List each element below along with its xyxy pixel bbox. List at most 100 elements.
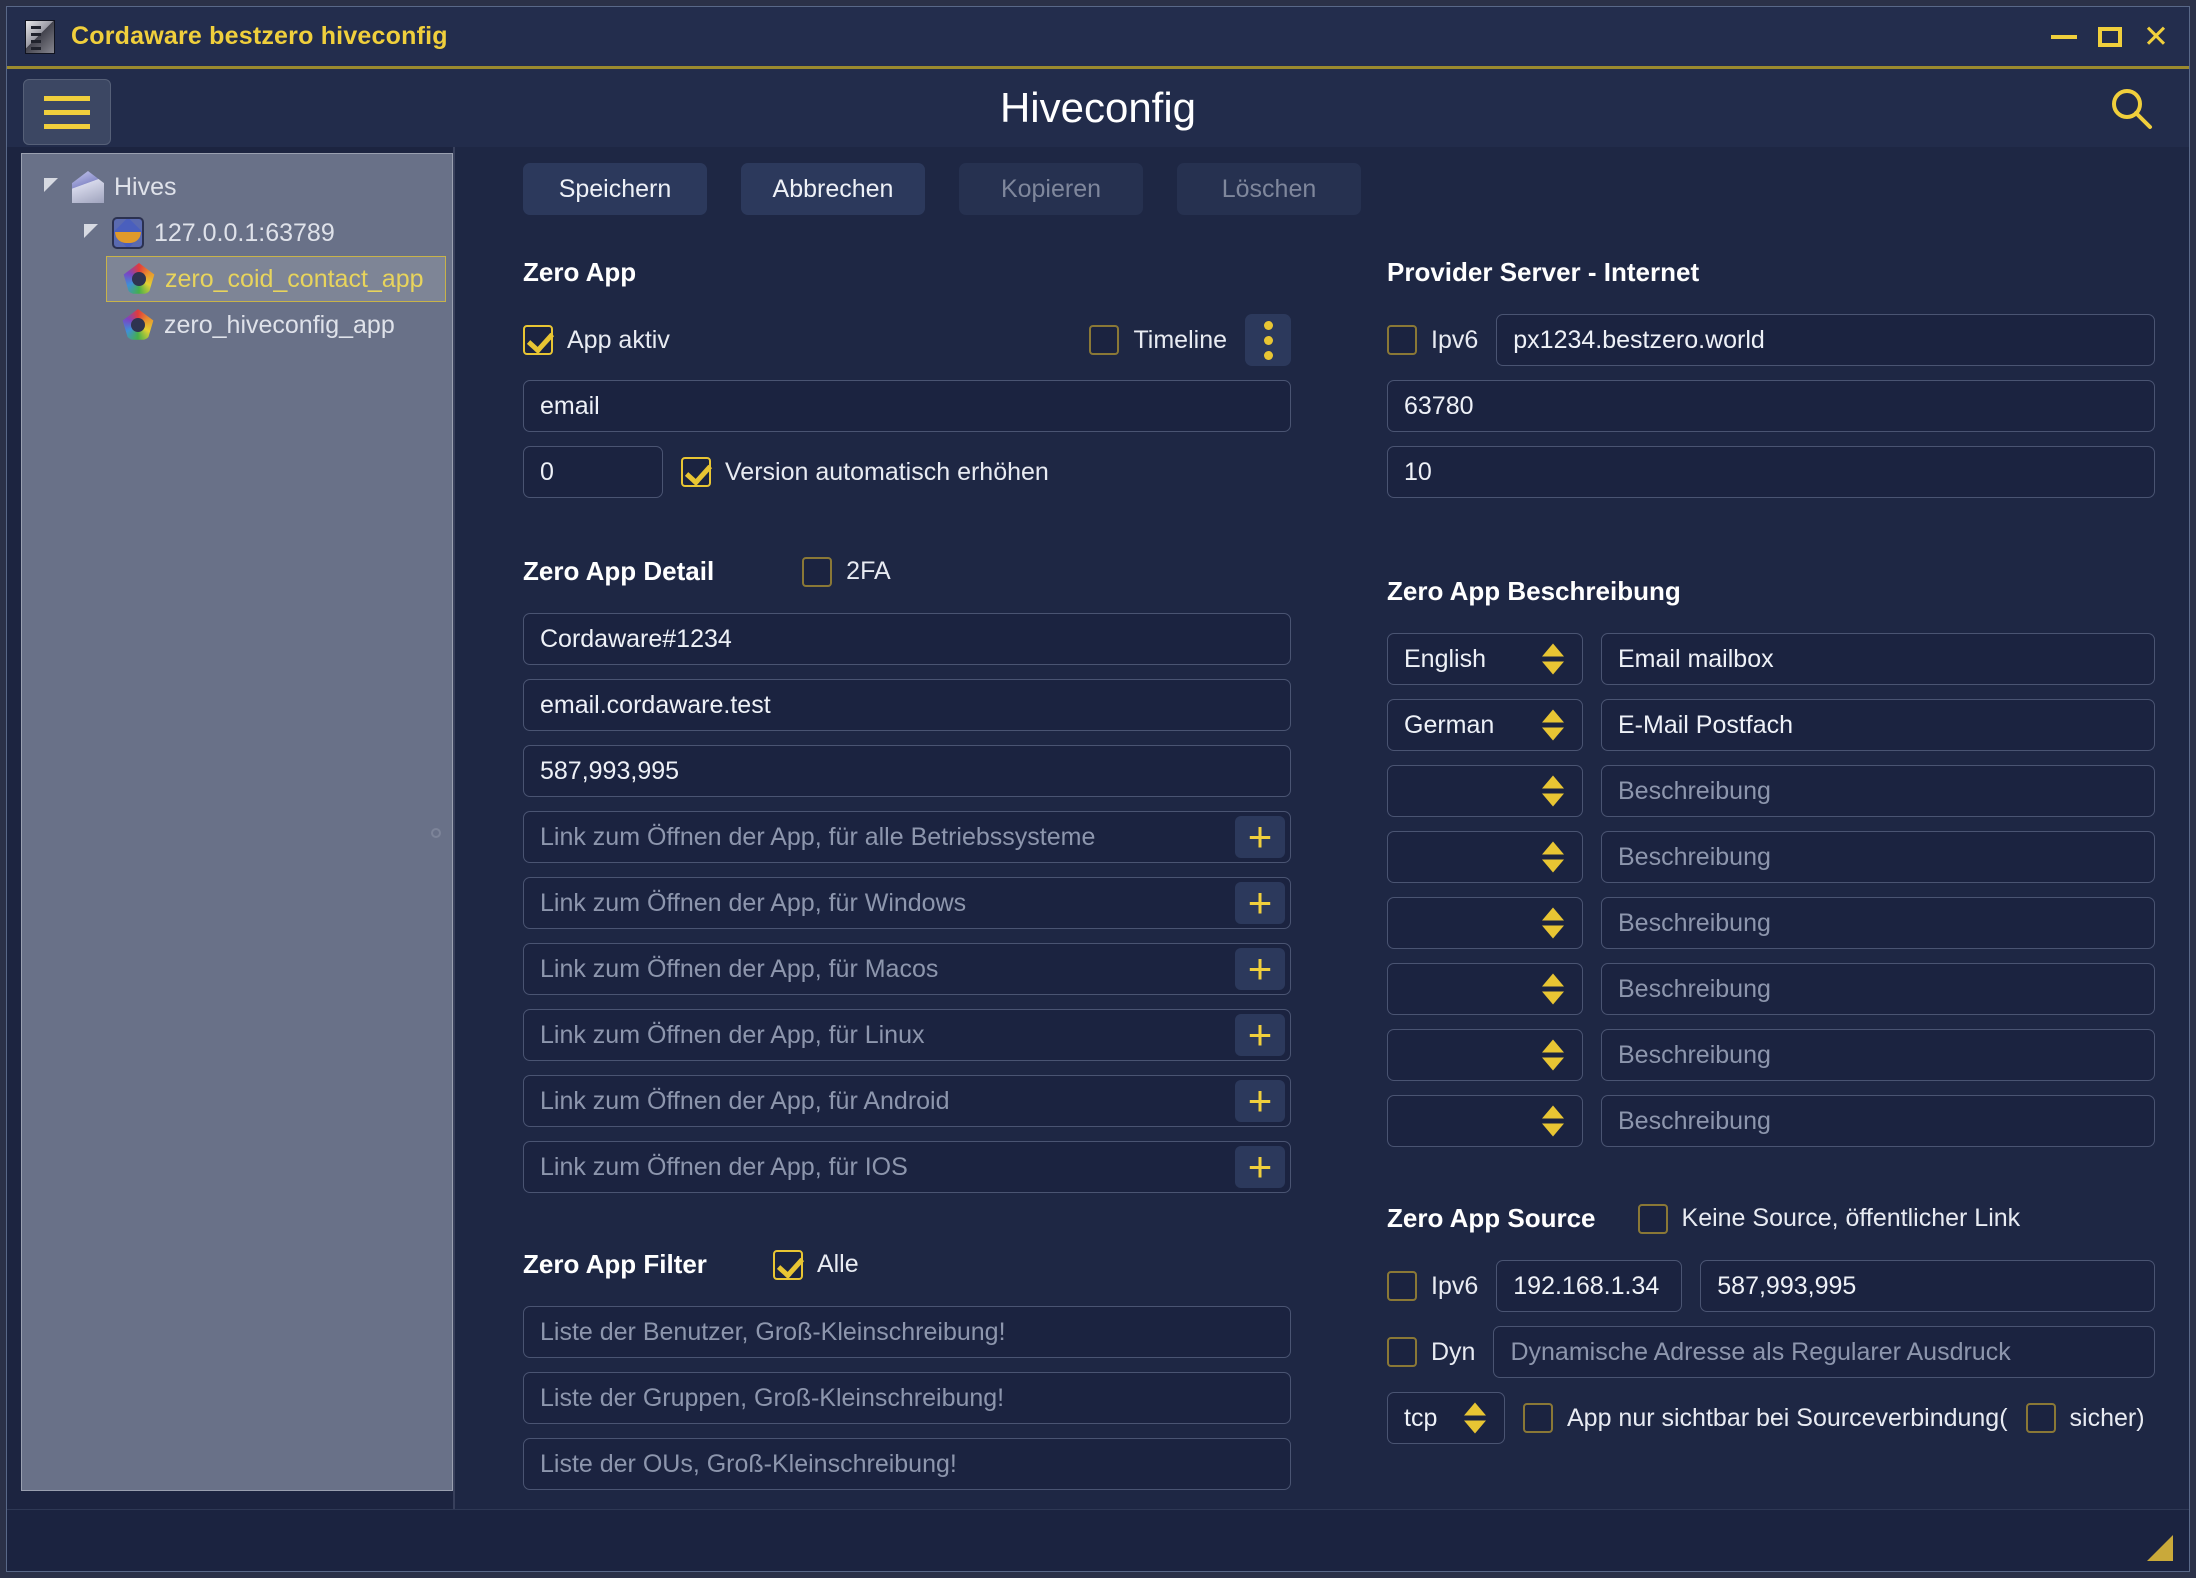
auto-version-checkbox-wrap[interactable]: Version automatisch erhöhen — [681, 457, 1049, 487]
description-input-4[interactable] — [1601, 831, 2155, 883]
tree-item-zero-hiveconfig-app[interactable]: zero_hiveconfig_app — [22, 302, 452, 348]
link-input-android[interactable] — [523, 1075, 1291, 1127]
spinner-arrows-icon[interactable] — [1542, 643, 1564, 675]
description-input-2[interactable] — [1601, 699, 2155, 751]
language-select-7[interactable] — [1387, 1029, 1583, 1081]
detail-field-2[interactable] — [523, 679, 1291, 731]
source-mask-input[interactable] — [1700, 1260, 2155, 1312]
version-input[interactable] — [523, 446, 663, 498]
secure-checkbox[interactable] — [2025, 1403, 2056, 1433]
visible-on-source-checkbox[interactable] — [1523, 1403, 1553, 1433]
chevron-expanded-icon[interactable] — [40, 174, 66, 200]
add-link-linux-button[interactable] — [1235, 1014, 1285, 1056]
twofa-checkbox-wrap[interactable]: 2FA — [802, 556, 891, 587]
copy-button[interactable]: Kopieren — [959, 163, 1143, 215]
spinner-arrows-icon[interactable] — [1542, 1039, 1564, 1071]
tree-item-zero-coid-contact-app[interactable]: zero_coid_contact_app — [106, 256, 446, 302]
description-input-6[interactable] — [1601, 963, 2155, 1015]
add-link-windows-button[interactable] — [1235, 882, 1285, 924]
resize-grip-icon[interactable] — [2147, 1535, 2173, 1561]
tree-item-hives[interactable]: Hives — [22, 164, 452, 210]
source-address-input[interactable] — [1496, 1260, 1683, 1312]
provider-ipv6-checkbox[interactable] — [1387, 325, 1417, 355]
spinner-arrows-icon[interactable] — [1542, 907, 1564, 939]
description-input-7[interactable] — [1601, 1029, 2155, 1081]
close-button[interactable]: ✕ — [2133, 14, 2179, 60]
cancel-button[interactable]: Abbrechen — [741, 163, 925, 215]
app-active-label: App aktiv — [567, 325, 670, 354]
timeline-checkbox[interactable] — [1089, 325, 1120, 355]
language-select-3[interactable] — [1387, 765, 1583, 817]
language-select-8[interactable] — [1387, 1095, 1583, 1147]
add-link-all-os-button[interactable] — [1235, 816, 1285, 858]
auto-version-checkbox[interactable] — [681, 457, 711, 487]
source-dyn-checkbox[interactable] — [1387, 1337, 1417, 1367]
timeline-checkbox-wrap[interactable]: Timeline — [1089, 325, 1227, 355]
link-input-macos[interactable] — [523, 943, 1291, 995]
delete-button[interactable]: Löschen — [1177, 163, 1361, 215]
app-active-checkbox-wrap[interactable]: App aktiv — [523, 325, 670, 355]
language-select-6[interactable] — [1387, 963, 1583, 1015]
visible-on-source-label: App nur sichtbar bei Sourceverbindung( — [1567, 1403, 2008, 1432]
sidebar-splitter-handle[interactable] — [431, 828, 441, 838]
language-select-4[interactable] — [1387, 831, 1583, 883]
spinner-arrows-icon[interactable] — [1542, 841, 1564, 873]
zero-app-detail-header: Zero App Detail 2FA — [523, 556, 1291, 587]
chevron-expanded-icon[interactable] — [80, 220, 106, 246]
description-input-1[interactable] — [1601, 633, 2155, 685]
language-value-1: English — [1404, 644, 1486, 673]
add-link-ios-button[interactable] — [1235, 1146, 1285, 1188]
spinner-arrows-icon[interactable] — [1542, 775, 1564, 807]
language-select-1[interactable]: English — [1387, 633, 1583, 685]
spinner-arrows-icon[interactable] — [1542, 709, 1564, 741]
description-row-2: German — [1387, 699, 2155, 751]
link-input-linux[interactable] — [523, 1009, 1291, 1061]
add-link-macos-button[interactable] — [1235, 948, 1285, 990]
more-options-button[interactable] — [1245, 314, 1291, 366]
save-button[interactable]: Speichern — [523, 163, 707, 215]
source-ipv6-checkbox-wrap[interactable]: Ipv6 — [1387, 1271, 1478, 1301]
protocol-value: tcp — [1404, 1403, 1438, 1432]
twofa-checkbox[interactable] — [802, 556, 833, 587]
filter-ous-input[interactable] — [523, 1438, 1291, 1490]
source-dyn-checkbox-wrap[interactable]: Dyn — [1387, 1337, 1475, 1367]
provider-count-input[interactable] — [1387, 446, 2155, 498]
search-button[interactable] — [2107, 84, 2155, 132]
link-input-windows[interactable] — [523, 877, 1291, 929]
link-input-ios[interactable] — [523, 1141, 1291, 1193]
source-ipv6-checkbox[interactable] — [1387, 1271, 1417, 1301]
spinner-arrows-icon[interactable] — [1464, 1402, 1486, 1434]
add-link-android-button[interactable] — [1235, 1080, 1285, 1122]
provider-ipv6-checkbox-wrap[interactable]: Ipv6 — [1387, 325, 1478, 355]
source-dyn-input[interactable] — [1493, 1326, 2155, 1378]
spinner-arrows-icon[interactable] — [1542, 1105, 1564, 1137]
description-input-3[interactable] — [1601, 765, 2155, 817]
filter-all-checkbox-wrap[interactable]: Alle — [772, 1249, 859, 1280]
spinner-arrows-icon[interactable] — [1542, 973, 1564, 1005]
filter-users-input[interactable] — [523, 1306, 1291, 1358]
no-source-checkbox[interactable] — [1637, 1203, 1668, 1234]
detail-field-3[interactable] — [523, 745, 1291, 797]
hive-tree[interactable]: Hives 127.0.0.1:63789 zero_coid_contact_… — [21, 153, 453, 1491]
filter-all-checkbox[interactable] — [772, 1249, 803, 1280]
app-name-input[interactable] — [523, 380, 1291, 432]
auto-version-label: Version automatisch erhöhen — [725, 457, 1049, 486]
provider-port-input[interactable] — [1387, 380, 2155, 432]
provider-host-input[interactable] — [1496, 314, 2155, 366]
description-input-8[interactable] — [1601, 1095, 2155, 1147]
language-select-2[interactable]: German — [1387, 699, 1583, 751]
protocol-select[interactable]: tcp — [1387, 1392, 1505, 1444]
secure-checkbox-wrap[interactable]: sicher) — [2025, 1403, 2145, 1433]
tree-item-hive-server[interactable]: 127.0.0.1:63789 — [22, 210, 452, 256]
visible-on-source-checkbox-wrap[interactable]: App nur sichtbar bei Sourceverbindung( — [1523, 1403, 2008, 1433]
detail-field-1[interactable] — [523, 613, 1291, 665]
link-input-all-os[interactable] — [523, 811, 1291, 863]
language-select-5[interactable] — [1387, 897, 1583, 949]
maximize-button[interactable] — [2087, 14, 2133, 60]
no-source-checkbox-wrap[interactable]: Keine Source, öffentlicher Link — [1637, 1203, 2020, 1234]
filter-groups-input[interactable] — [523, 1372, 1291, 1424]
app-active-checkbox[interactable] — [523, 325, 553, 355]
menu-button[interactable] — [23, 79, 111, 145]
description-input-5[interactable] — [1601, 897, 2155, 949]
minimize-button[interactable] — [2041, 14, 2087, 60]
